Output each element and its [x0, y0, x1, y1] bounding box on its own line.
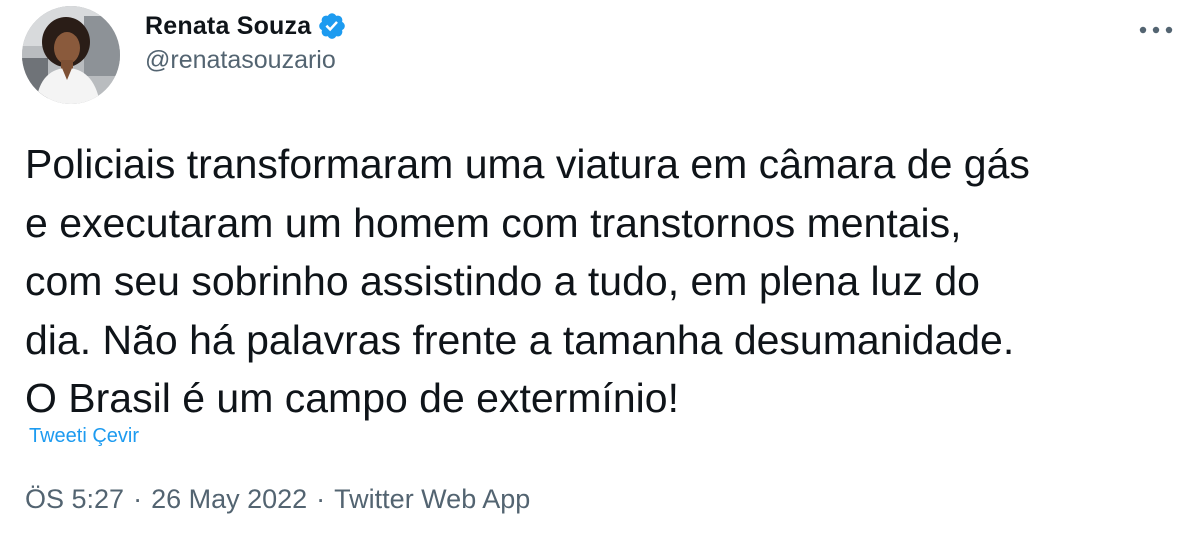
tweet-date[interactable]: 26 May 2022: [151, 484, 307, 514]
verified-badge-icon: [317, 11, 347, 41]
tweet-source-app[interactable]: Twitter Web App: [334, 484, 530, 514]
tweet-text: Policiais transformaram uma viatura em c…: [25, 135, 1185, 428]
tweet-text-line: O Brasil é um campo de extermínio!: [25, 375, 679, 421]
tweet-text-line: e executaram um homem com transtornos me…: [25, 199, 962, 246]
translate-tweet-link[interactable]: Tweeti Çevir: [29, 425, 139, 448]
tweet-card: Renata Souza @renatasouzario Policiais t…: [0, 0, 1200, 533]
more-options-button[interactable]: [1136, 18, 1176, 42]
avatar[interactable]: [22, 6, 120, 104]
tweet-time[interactable]: ÖS 5:27: [25, 484, 124, 514]
author-handle[interactable]: @renatasouzario: [145, 46, 336, 75]
meta-separator: ·: [133, 484, 143, 514]
more-options-icon: [1139, 26, 1173, 34]
tweet-text-line: dia. Não há palavras frente a tamanha de…: [25, 316, 1015, 363]
tweet-text-line: com seu sobrinho assistindo a tudo, em p…: [25, 258, 980, 304]
meta-separator: ·: [316, 484, 326, 514]
author-name-row: Renata Souza: [145, 8, 347, 44]
avatar-photo: [22, 6, 120, 104]
tweet-text-line: Policiais transformaram uma viatura em c…: [25, 141, 1030, 187]
author-display-name[interactable]: Renata Souza: [145, 12, 311, 41]
tweet-metadata: ÖS 5:27 · 26 May 2022 · Twitter Web App: [25, 484, 530, 515]
